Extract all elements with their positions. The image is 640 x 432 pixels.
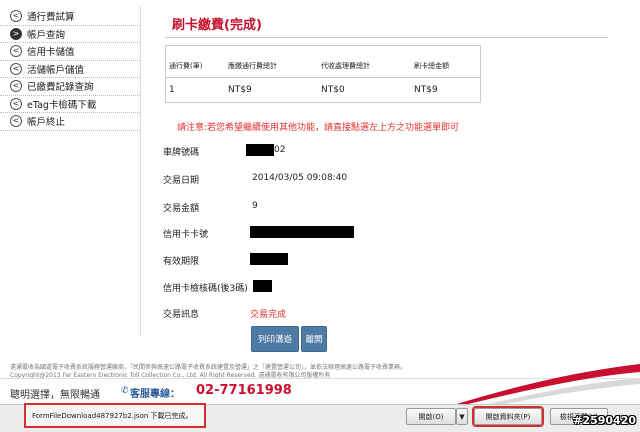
chevron-left-icon: < <box>10 115 22 128</box>
date-value: 2014/03/05 09:08:40 <box>252 173 348 183</box>
leave-button[interactable]: 離開 <box>301 326 327 352</box>
print-button[interactable]: 列印溝遊 <box>251 326 299 352</box>
table-header-cell: 通行費(筆) <box>169 61 203 70</box>
message-label: 交易訊息 <box>163 310 200 320</box>
sidebar-item-etag-download[interactable]: < eTag卡檢碼下載 <box>0 96 140 113</box>
table-header-cell: 應繳通行費總計 <box>228 61 277 70</box>
message-value: 交易完成 <box>250 310 287 320</box>
open-file-button[interactable]: 開啟(O) <box>406 408 456 425</box>
sidebar-item-account-query[interactable]: > 帳戶查詢 <box>0 26 140 43</box>
sidebar-item-label: 帳戶查詢 <box>27 29 66 41</box>
sidebar-item-savings-topup[interactable]: < 活儲帳戶儲值 <box>0 61 140 78</box>
sidebar-item-toll-calculator[interactable]: < 通行費試算 <box>0 8 140 26</box>
amount-label: 交易金額 <box>163 204 200 214</box>
sidebar-item-label: 通行費試算 <box>27 12 75 24</box>
card-number-label: 信用卡卡號 <box>163 230 209 240</box>
table-cell: NT$9 <box>414 85 438 95</box>
title-divider <box>165 37 608 38</box>
plate-value: 02 <box>274 145 286 155</box>
amount-value: 9 <box>252 201 258 211</box>
sidebar-item-account-termination[interactable]: < 帳戶終止 <box>0 113 140 131</box>
table-row: 1 NT$9 NT$0 NT$9 <box>166 78 480 102</box>
hotline-number: 02-77161998 <box>196 383 292 398</box>
slogan-text: 聰明選擇，無限暢通 <box>10 390 100 401</box>
phone-icon: ✆ <box>121 386 129 396</box>
brand-swoosh-graphic <box>450 364 640 406</box>
chevron-left-icon: < <box>10 10 22 23</box>
hotline-label: 客服專線： <box>130 389 180 400</box>
plate-label: 車牌號碼 <box>163 148 200 158</box>
chevron-down-icon: ▼ <box>459 412 465 421</box>
sidebar-item-label: 活儲帳戶儲值 <box>27 64 85 76</box>
table-header-cell: 代收處理費總計 <box>321 61 370 70</box>
sidebar-item-label: eTag卡檢碼下載 <box>27 99 97 111</box>
open-dropdown-button[interactable]: ▼ <box>456 408 468 425</box>
chevron-left-icon: < <box>10 45 22 58</box>
table-cell: NT$9 <box>228 85 252 95</box>
table-header-cell: 刷卡總金額 <box>414 61 449 70</box>
sidebar-item-label: 已繳費記錄查詢 <box>27 82 94 94</box>
download-file-text: FormFileDownload487927b2.json 下載已完成。 <box>24 403 206 428</box>
cvv-label: 信用卡檢核碼(後3碼) <box>163 284 248 294</box>
chevron-right-icon: > <box>10 27 22 40</box>
table-header-row: 通行費(筆) 應繳通行費總計 代收處理費總計 刷卡總金額 <box>166 54 480 78</box>
sidebar-item-label: 信用卡儲值 <box>27 47 75 59</box>
redaction-block <box>253 280 272 292</box>
table-cell: NT$0 <box>321 85 345 95</box>
sidebar-divider <box>140 6 141 336</box>
chevron-left-icon: < <box>10 80 22 93</box>
chevron-left-icon: < <box>10 97 22 110</box>
expiry-label: 有效期限 <box>163 257 200 267</box>
sidebar-item-label: 帳戶終止 <box>27 117 66 129</box>
redaction-block <box>250 226 354 238</box>
sidebar-item-payment-history[interactable]: < 已繳費記錄查詢 <box>0 78 140 96</box>
redaction-block <box>250 253 288 265</box>
watermark-text: #2590420 <box>573 414 636 427</box>
notice-text: 請注意:若您希望繼續使用其他功能，請直接點選左上方之功能選單即可 <box>177 123 460 133</box>
date-label: 交易日期 <box>163 176 200 186</box>
page-title: 刷卡繳費(完成) <box>172 18 262 33</box>
chevron-left-icon: < <box>10 62 22 75</box>
redaction-block <box>246 144 274 156</box>
table-cell: 1 <box>169 85 175 95</box>
open-folder-button[interactable]: 開啟資料夾(P) <box>474 408 542 425</box>
fee-summary-table: 通行費(筆) 應繳通行費總計 代收處理費總計 刷卡總金額 1 NT$9 NT$0… <box>165 45 481 103</box>
sidebar-item-credit-card-topup[interactable]: < 信用卡儲值 <box>0 43 140 61</box>
sidebar: < 通行費試算 > 帳戶查詢 < 信用卡儲值 < 活儲帳戶儲值 < 已繳費記錄查… <box>0 8 140 131</box>
